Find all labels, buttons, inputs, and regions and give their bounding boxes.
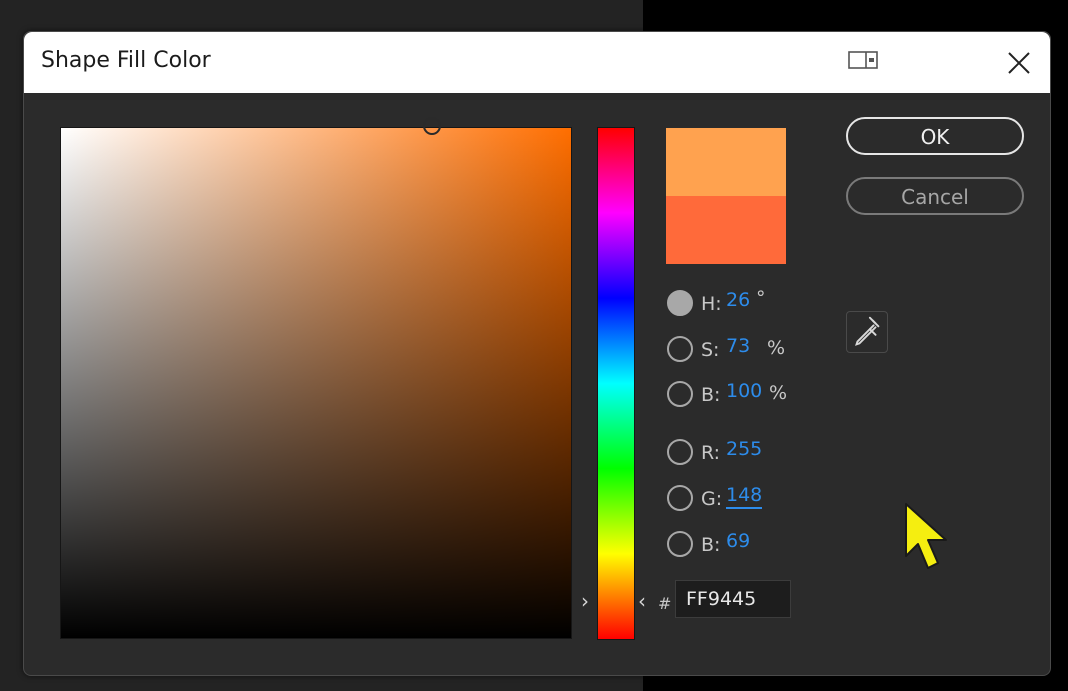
green-value-field[interactable]: 148 bbox=[726, 484, 763, 509]
green-radio[interactable] bbox=[667, 485, 693, 511]
blue-value-field[interactable]: 69 bbox=[726, 530, 750, 552]
hue-label: H: bbox=[701, 293, 722, 315]
original-color-swatch[interactable] bbox=[666, 196, 786, 264]
dialog-title: Shape Fill Color bbox=[41, 48, 211, 73]
hue-slider-right-arrow-icon[interactable]: ‹ bbox=[638, 591, 646, 611]
blue-row: B: 69 bbox=[667, 529, 797, 559]
hue-radio[interactable] bbox=[667, 290, 693, 316]
hex-prefix: # bbox=[658, 594, 672, 613]
saturation-brightness-field[interactable] bbox=[60, 117, 572, 639]
color-picker-dialog: Shape Fill Color › ‹ H: 26 ° S: 73 % B: … bbox=[23, 31, 1051, 676]
mouse-pointer-icon bbox=[905, 503, 947, 569]
hue-slider[interactable] bbox=[597, 127, 635, 640]
close-button[interactable] bbox=[1002, 46, 1036, 80]
color-field-cursor[interactable] bbox=[423, 117, 441, 135]
red-label: R: bbox=[701, 442, 721, 464]
saturation-label: S: bbox=[701, 339, 720, 361]
brightness-value-field[interactable]: 100 bbox=[726, 380, 762, 402]
green-row: G: 148 bbox=[667, 483, 797, 513]
ok-button[interactable]: OK bbox=[846, 117, 1024, 155]
window-layout-icon[interactable] bbox=[848, 50, 880, 70]
brightness-label: B: bbox=[701, 384, 721, 406]
blue-label: B: bbox=[701, 534, 721, 556]
brightness-unit: % bbox=[769, 382, 788, 404]
saturation-row: S: 73 % bbox=[667, 334, 807, 364]
title-bar: Shape Fill Color bbox=[24, 32, 1050, 93]
hue-value-field[interactable]: 26 bbox=[726, 289, 750, 311]
brightness-radio[interactable] bbox=[667, 381, 693, 407]
cancel-button[interactable]: Cancel bbox=[846, 177, 1024, 215]
blue-radio[interactable] bbox=[667, 531, 693, 557]
hue-unit: ° bbox=[756, 287, 766, 309]
eyedropper-icon bbox=[855, 316, 880, 346]
hex-color-input[interactable] bbox=[675, 580, 791, 618]
red-radio[interactable] bbox=[667, 439, 693, 465]
green-label: G: bbox=[701, 488, 723, 510]
hue-slider-left-arrow-icon[interactable]: › bbox=[581, 591, 589, 611]
close-icon bbox=[1008, 52, 1030, 74]
hue-row: H: 26 ° bbox=[667, 287, 797, 318]
brightness-row: B: 100 % bbox=[667, 379, 817, 409]
new-color-swatch bbox=[666, 128, 786, 196]
eyedropper-button[interactable] bbox=[846, 311, 888, 353]
saturation-radio[interactable] bbox=[667, 336, 693, 362]
saturation-unit: % bbox=[767, 337, 786, 359]
red-row: R: 255 bbox=[667, 437, 797, 467]
red-value-field[interactable]: 255 bbox=[726, 438, 762, 460]
saturation-value-field[interactable]: 73 bbox=[726, 335, 750, 357]
